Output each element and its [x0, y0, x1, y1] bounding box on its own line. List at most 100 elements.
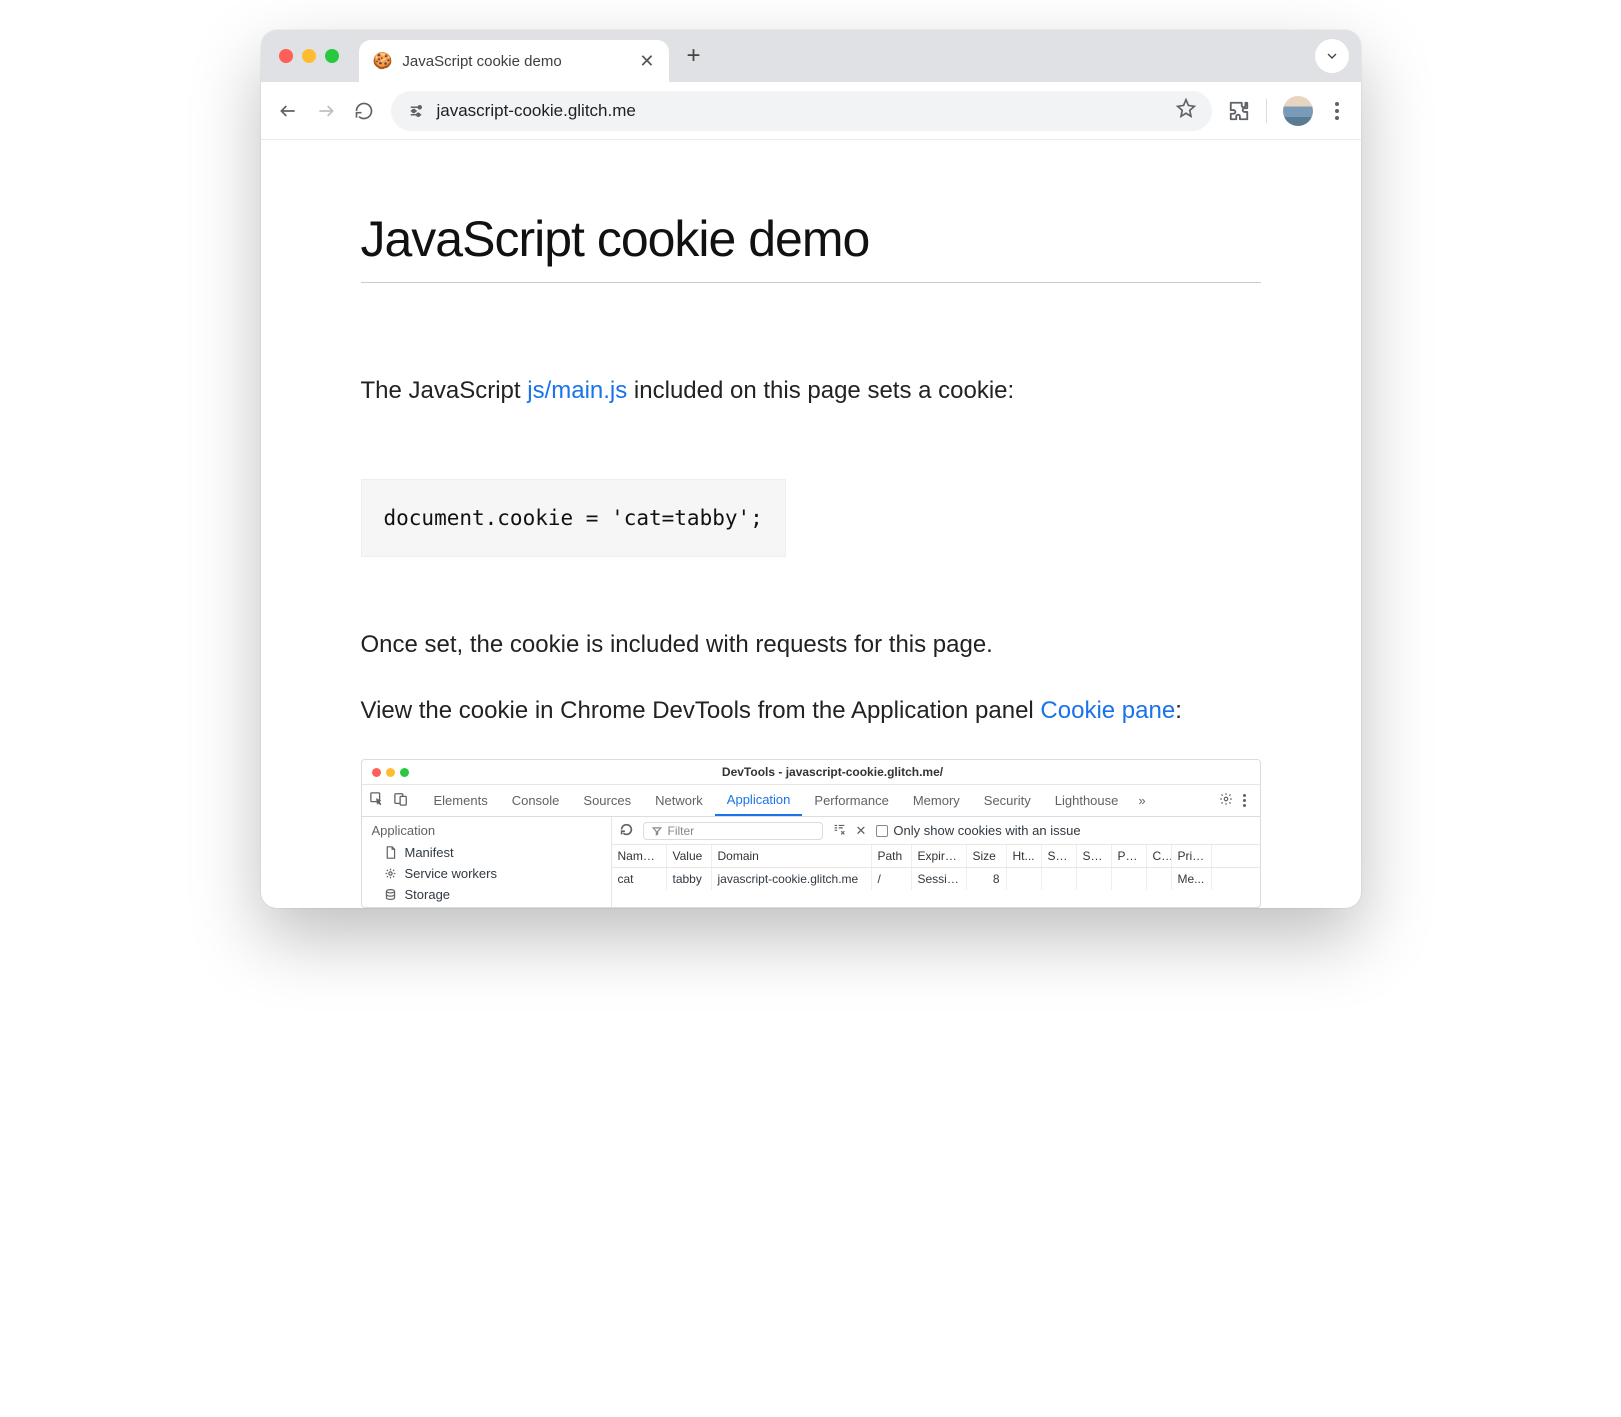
filter-placeholder: Filter [668, 824, 695, 838]
cookies-toolbar: Filter ✕ Only show cookies with an issue [612, 817, 1260, 845]
star-icon [1176, 98, 1196, 118]
col-size[interactable]: Size [967, 845, 1007, 867]
col-path[interactable]: Path [872, 845, 912, 867]
sidebar-label: Storage [405, 887, 451, 902]
col-priority[interactable]: Prio... [1172, 845, 1212, 867]
device-toggle-icon[interactable] [394, 792, 408, 809]
toolbar-separator [1266, 99, 1267, 123]
page-viewport: JavaScript cookie demo The JavaScript js… [261, 140, 1361, 908]
devtools-settings-button[interactable] [1215, 792, 1237, 809]
cell-partition [1112, 868, 1147, 890]
col-samesite[interactable]: Sa... [1077, 845, 1112, 867]
devtools-tab-security[interactable]: Security [972, 785, 1043, 816]
mainjs-link[interactable]: js/main.js [527, 377, 627, 404]
cell-secure [1042, 868, 1077, 890]
close-window-button[interactable] [279, 49, 293, 63]
devtools-minimize-button[interactable] [386, 768, 395, 777]
cell-name: cat [612, 868, 667, 890]
sidebar-heading: Application [372, 823, 601, 838]
reload-icon [354, 101, 374, 121]
devtools-tab-elements[interactable]: Elements [422, 785, 500, 816]
devtools-tab-lighthouse[interactable]: Lighthouse [1043, 785, 1131, 816]
refresh-cookies-button[interactable] [620, 823, 633, 839]
sidebar-item-manifest[interactable]: Manifest [372, 842, 601, 863]
cell-httponly [1007, 868, 1042, 890]
traffic-lights [279, 49, 339, 63]
devtools-more-tabs[interactable]: » [1130, 793, 1153, 808]
page-title: JavaScript cookie demo [361, 210, 1261, 268]
devtools-close-button[interactable] [372, 768, 381, 777]
devtools-traffic-lights [372, 768, 409, 777]
browser-window: 🍪 JavaScript cookie demo ✕ + javascript-… [261, 30, 1361, 908]
col-name[interactable]: Name ▲ [612, 845, 667, 867]
cell-path: / [872, 868, 912, 890]
browser-tab[interactable]: 🍪 JavaScript cookie demo ✕ [359, 40, 669, 82]
cell-cross [1147, 868, 1172, 890]
url-text: javascript-cookie.glitch.me [437, 101, 1164, 121]
filter-input[interactable]: Filter [643, 822, 823, 840]
arrow-left-icon [278, 101, 298, 121]
devtools-tabbar: Elements Console Sources Network Applica… [362, 785, 1260, 817]
bookmark-button[interactable] [1176, 98, 1196, 123]
sidebar-label: Manifest [405, 845, 454, 860]
col-partition[interactable]: Pa... [1112, 845, 1147, 867]
devtools-menu-button[interactable] [1237, 794, 1252, 807]
sidebar-item-storage[interactable]: Storage [372, 884, 601, 905]
devtools-tab-performance[interactable]: Performance [802, 785, 900, 816]
table-row[interactable]: cat tabby javascript-cookie.glitch.me / … [612, 868, 1260, 890]
maximize-window-button[interactable] [325, 49, 339, 63]
clear-all-button[interactable]: ✕ [856, 823, 867, 839]
text: : [1175, 697, 1182, 724]
code-block: document.cookie = 'cat=tabby'; [361, 479, 786, 557]
minimize-window-button[interactable] [302, 49, 316, 63]
tab-close-button[interactable]: ✕ [639, 51, 654, 72]
back-button[interactable] [277, 100, 299, 122]
gear-icon [384, 867, 397, 880]
divider [361, 282, 1261, 283]
forward-button[interactable] [315, 100, 337, 122]
cookie-pane-link[interactable]: Cookie pane [1040, 697, 1175, 724]
profile-avatar[interactable] [1283, 96, 1313, 126]
database-icon [384, 888, 397, 901]
reload-button[interactable] [353, 100, 375, 122]
devtools-maximize-button[interactable] [400, 768, 409, 777]
devtools-tab-memory[interactable]: Memory [901, 785, 972, 816]
intro-paragraph: The JavaScript js/main.js included on th… [361, 373, 1261, 409]
tab-strip: 🍪 JavaScript cookie demo ✕ + [261, 30, 1361, 82]
devtools-tab-network[interactable]: Network [643, 785, 715, 816]
only-issue-checkbox[interactable]: Only show cookies with an issue [876, 823, 1080, 838]
col-domain[interactable]: Domain [712, 845, 872, 867]
text: The JavaScript [361, 377, 528, 404]
address-bar[interactable]: javascript-cookie.glitch.me [391, 91, 1212, 131]
extensions-button[interactable] [1228, 100, 1250, 122]
tab-favicon: 🍪 [373, 51, 393, 71]
col-value[interactable]: Value [667, 845, 712, 867]
arrow-right-icon [316, 101, 336, 121]
devtools-sidebar: Application Manifest Service workers Sto… [362, 817, 612, 907]
devtools-tab-application[interactable]: Application [715, 785, 803, 816]
new-tab-button[interactable]: + [679, 38, 709, 74]
chrome-menu-button[interactable] [1329, 96, 1345, 126]
col-httponly[interactable]: Ht... [1007, 845, 1042, 867]
devtools-titlebar: DevTools - javascript-cookie.glitch.me/ [362, 760, 1260, 785]
table-header: Name ▲ Value Domain Path Expires /... Si… [612, 845, 1260, 868]
cell-expires: Session [912, 868, 967, 890]
paragraph-2: Once set, the cookie is included with re… [361, 627, 1261, 663]
checkbox-icon [876, 825, 888, 837]
tab-title: JavaScript cookie demo [402, 53, 561, 70]
text: View the cookie in Chrome DevTools from … [361, 697, 1041, 724]
text: included on this page sets a cookie: [627, 377, 1014, 404]
browser-toolbar: javascript-cookie.glitch.me [261, 82, 1361, 140]
paragraph-3: View the cookie in Chrome DevTools from … [361, 693, 1261, 729]
col-secure[interactable]: Se... [1042, 845, 1077, 867]
devtools-tab-sources[interactable]: Sources [571, 785, 643, 816]
tab-overflow-button[interactable] [1315, 39, 1349, 73]
chevron-down-icon [1324, 48, 1340, 64]
col-cross[interactable]: C.. [1147, 845, 1172, 867]
clear-filter-button[interactable] [833, 823, 846, 839]
devtools-tab-console[interactable]: Console [500, 785, 572, 816]
inspect-icon[interactable] [370, 792, 384, 809]
col-expires[interactable]: Expires /... [912, 845, 967, 867]
site-settings-icon[interactable] [407, 102, 425, 120]
sidebar-item-service-workers[interactable]: Service workers [372, 863, 601, 884]
